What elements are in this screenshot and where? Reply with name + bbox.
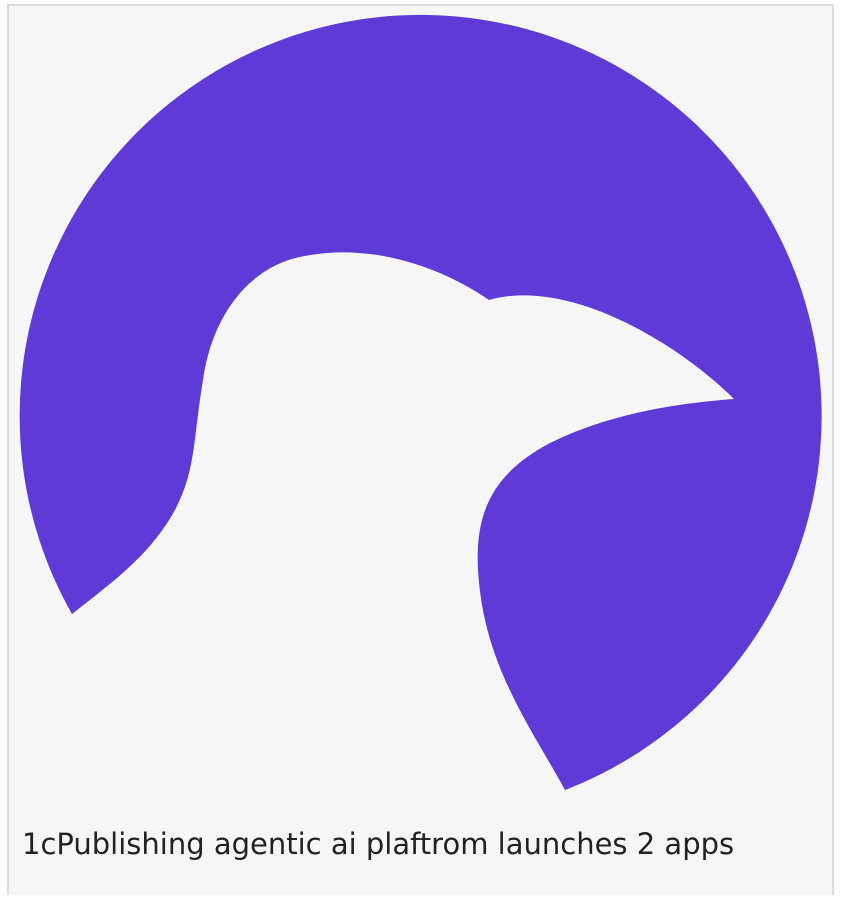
logo-image [0, 0, 841, 899]
caption-text: 1cPublishing agentic ai plaftrom launche… [22, 827, 735, 861]
bird-head-in-circle-icon [19, 14, 822, 791]
